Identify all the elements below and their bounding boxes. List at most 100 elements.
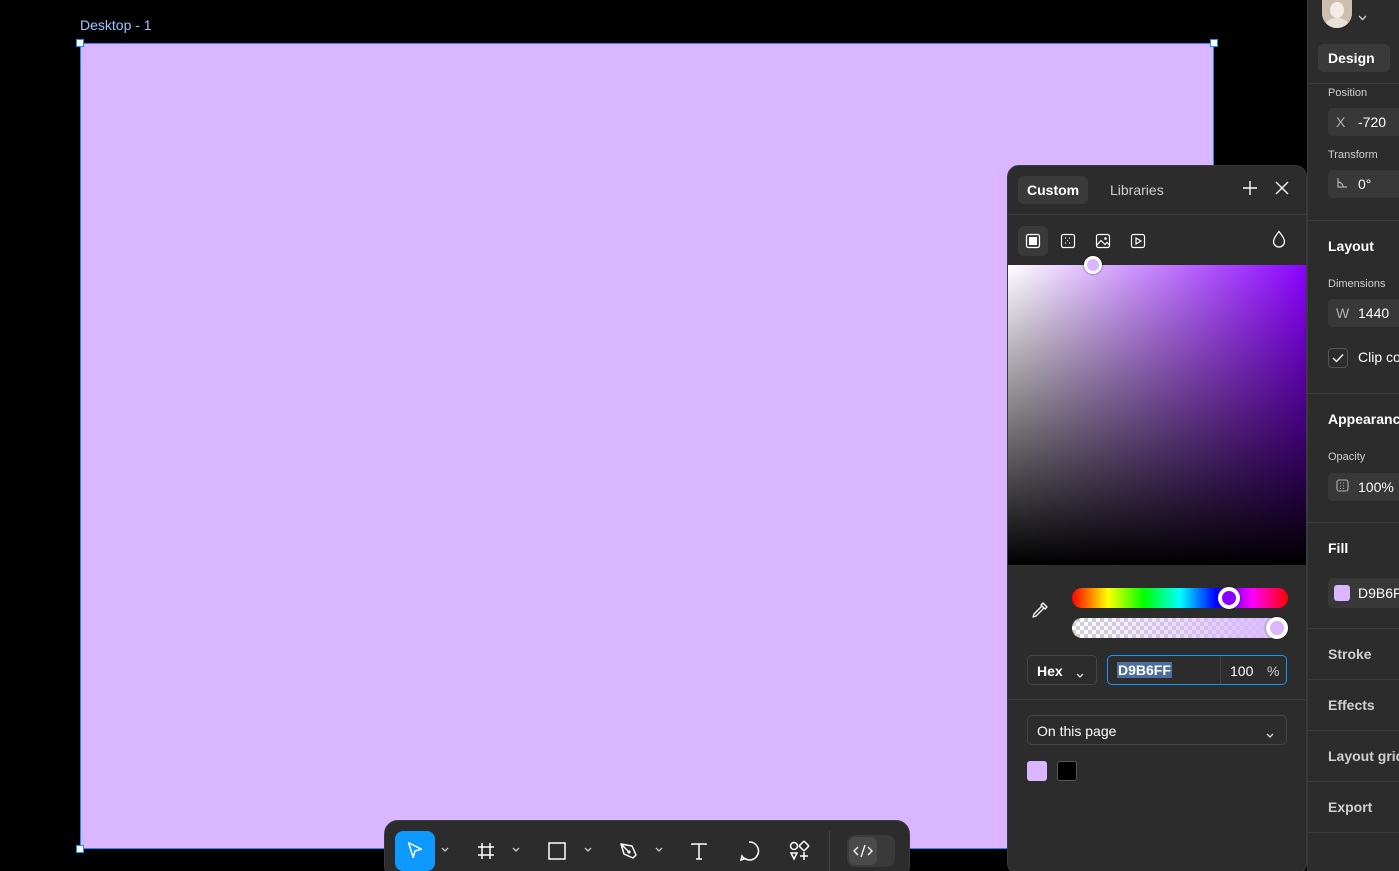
pen-icon xyxy=(620,843,637,859)
checkmark-icon xyxy=(1332,354,1344,363)
shape-tool-menu[interactable] xyxy=(583,845,593,855)
gradient-fill-button[interactable] xyxy=(1053,226,1083,256)
fill-color-swatch[interactable] xyxy=(1334,585,1350,601)
plus-icon xyxy=(1243,181,1257,195)
solid-fill-icon xyxy=(1025,233,1041,249)
avatar-image xyxy=(1322,0,1352,28)
clip-content-checkbox[interactable] xyxy=(1328,348,1348,368)
gradient-fill-icon xyxy=(1060,233,1076,249)
pen-tool-menu[interactable] xyxy=(654,845,664,855)
dev-mode-knob xyxy=(849,837,877,865)
dimensions-label: Dimensions xyxy=(1328,278,1386,290)
divider xyxy=(1308,730,1399,731)
x-position-field[interactable]: X -720 xyxy=(1328,108,1399,136)
design-panel: Design Position X -720 Transform 0° Layo… xyxy=(1307,0,1399,871)
opacity-label: Opacity xyxy=(1328,451,1366,463)
video-fill-button[interactable] xyxy=(1123,226,1153,256)
blend-mode-button[interactable] xyxy=(1272,230,1286,253)
chevron-down-icon xyxy=(512,847,520,852)
solid-fill-button[interactable] xyxy=(1018,226,1048,256)
eyedropper-button[interactable] xyxy=(1030,600,1050,625)
close-icon xyxy=(1275,181,1289,195)
opacity-slider-thumb[interactable] xyxy=(1266,617,1288,639)
shape-tool-button[interactable] xyxy=(537,831,577,871)
divider xyxy=(1308,781,1399,782)
divider xyxy=(1308,522,1399,523)
eyedropper-icon xyxy=(1032,602,1048,618)
saturation-brightness-area[interactable] xyxy=(1008,265,1306,565)
opacity-slider[interactable] xyxy=(1072,618,1288,638)
cursor-icon xyxy=(407,842,423,859)
tab-design[interactable]: Design xyxy=(1318,44,1390,72)
width-field[interactable]: W 1440 xyxy=(1328,299,1399,327)
image-fill-icon xyxy=(1095,233,1111,249)
text-icon xyxy=(691,843,707,860)
comment-icon xyxy=(739,841,760,862)
tab-libraries[interactable]: Libraries xyxy=(1110,182,1164,198)
account-menu-chevron[interactable] xyxy=(1358,8,1367,26)
resources-tool-button[interactable] xyxy=(779,831,819,871)
swatch-source-label: On this page xyxy=(1037,723,1117,739)
dev-mode-toggle[interactable] xyxy=(847,835,895,867)
avatar[interactable] xyxy=(1322,0,1352,28)
opacity-icon xyxy=(1336,479,1358,495)
frame-label[interactable]: Desktop - 1 xyxy=(80,17,152,33)
swatch-black[interactable] xyxy=(1057,761,1077,781)
rotation-value[interactable]: 0° xyxy=(1358,176,1371,192)
appearance-heading: Appearanc xyxy=(1328,411,1399,427)
resize-handle-top-right[interactable] xyxy=(1210,39,1218,47)
divider xyxy=(1008,699,1306,700)
frame-tool-button[interactable] xyxy=(466,831,506,871)
export-heading[interactable]: Export xyxy=(1328,799,1372,815)
transform-label: Transform xyxy=(1328,149,1378,161)
width-value[interactable]: 1440 xyxy=(1358,305,1389,321)
stroke-heading[interactable]: Stroke xyxy=(1328,646,1372,662)
hue-slider-thumb[interactable] xyxy=(1218,587,1240,609)
divider xyxy=(1308,832,1399,833)
rectangle-icon xyxy=(548,842,566,860)
text-tool-button[interactable] xyxy=(679,831,719,871)
frame-tool-menu[interactable] xyxy=(511,845,521,855)
chevron-down-icon xyxy=(655,847,663,852)
hex-input-group: D9B6FF 100 % xyxy=(1107,655,1287,685)
pen-tool-button[interactable] xyxy=(609,831,649,871)
effects-heading[interactable]: Effects xyxy=(1328,697,1375,713)
divider xyxy=(1308,679,1399,680)
chevron-down-icon xyxy=(1076,666,1084,682)
chevron-down-icon xyxy=(1358,15,1367,21)
layout-grid-heading[interactable]: Layout grid xyxy=(1328,748,1399,764)
chevron-down-icon xyxy=(1266,726,1274,742)
layer-opacity-value[interactable]: 100% xyxy=(1358,479,1394,495)
components-icon xyxy=(789,840,810,861)
fill-hex-value[interactable]: D9B6F xyxy=(1358,585,1399,601)
comment-tool-button[interactable] xyxy=(729,831,769,871)
add-style-button[interactable] xyxy=(1242,180,1258,201)
swatch-lavender[interactable] xyxy=(1027,761,1047,781)
opacity-input[interactable]: 100 xyxy=(1230,663,1253,679)
hue-slider[interactable] xyxy=(1072,588,1288,608)
clip-content-label[interactable]: Clip co xyxy=(1358,349,1399,365)
hex-input[interactable]: D9B6FF xyxy=(1117,662,1172,678)
video-fill-icon xyxy=(1130,233,1146,249)
resize-handle-top-left[interactable] xyxy=(76,39,84,47)
chevron-down-icon xyxy=(441,847,449,852)
color-mode-label: Hex xyxy=(1037,663,1063,679)
fill-row[interactable]: D9B6F xyxy=(1328,578,1399,608)
color-mode-select[interactable]: Hex xyxy=(1027,655,1097,685)
layer-opacity-field[interactable]: 100% xyxy=(1328,473,1399,501)
move-tool-menu[interactable] xyxy=(440,845,450,855)
color-picker-popup: Custom Libraries Hex D9B6FF 100 % On thi… xyxy=(1007,165,1307,871)
bottom-toolbar xyxy=(384,820,910,871)
x-value[interactable]: -720 xyxy=(1358,114,1386,130)
move-tool-button[interactable] xyxy=(395,831,435,871)
resize-handle-bottom-left[interactable] xyxy=(76,845,84,853)
x-prefix: X xyxy=(1336,114,1346,130)
rotation-field[interactable]: 0° xyxy=(1328,170,1399,198)
tab-custom[interactable]: Custom xyxy=(1018,176,1089,204)
saturation-brightness-thumb[interactable] xyxy=(1084,256,1102,274)
close-button[interactable] xyxy=(1274,180,1290,201)
code-icon xyxy=(853,844,873,858)
image-fill-button[interactable] xyxy=(1088,226,1118,256)
layout-heading: Layout xyxy=(1328,238,1374,254)
swatch-source-select[interactable]: On this page xyxy=(1027,715,1287,745)
